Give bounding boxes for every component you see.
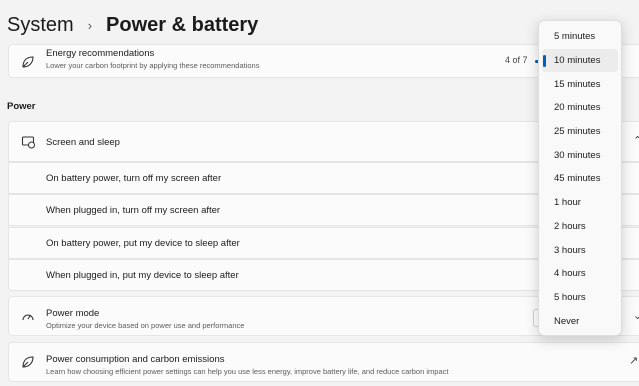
dropdown-option[interactable]: 30 minutes [542, 143, 618, 167]
breadcrumb: System › Power & battery [7, 14, 258, 37]
dropdown-option[interactable]: 2 hours [542, 215, 618, 239]
section-power-label: Power [7, 101, 36, 112]
page-title: Power & battery [106, 14, 259, 36]
consumption-title: Power consumption and carbon emissions [46, 354, 225, 365]
dropdown-option[interactable]: 25 minutes [542, 120, 618, 144]
consumption-subtitle: Learn how choosing efficient power setti… [46, 367, 449, 376]
screen-sleep-title: Screen and sleep [46, 137, 120, 148]
timeout-dropdown-list[interactable]: 5 minutes 10 minutes 15 minutes 20 minut… [538, 20, 622, 336]
energy-subtitle: Lower your carbon footprint by applying … [46, 61, 260, 70]
dropdown-option[interactable]: 45 minutes [542, 167, 618, 191]
dropdown-option[interactable]: Never [542, 309, 618, 333]
setting-label: On battery power, put my device to sleep… [46, 237, 240, 249]
leaf-icon [19, 353, 37, 371]
energy-title: Energy recommendations [46, 48, 155, 59]
recommendation-count: 4 of 7 [505, 55, 528, 65]
setting-label: When plugged in, put my device to sleep … [46, 269, 239, 281]
chevron-up-icon[interactable]: ⌃ [633, 134, 639, 147]
power-consumption-card[interactable]: Power consumption and carbon emissions L… [8, 342, 639, 382]
gauge-icon [19, 308, 37, 326]
dropdown-option[interactable]: 4 hours [542, 262, 618, 286]
setting-label: When plugged in, turn off my screen afte… [46, 204, 221, 216]
setting-label: On battery power, turn off my screen aft… [46, 172, 222, 184]
breadcrumb-parent[interactable]: System [7, 14, 74, 37]
dropdown-option[interactable]: 3 hours [542, 238, 618, 262]
dropdown-option[interactable]: 5 hours [542, 286, 618, 310]
external-link-icon[interactable]: ↗ [629, 354, 638, 367]
dropdown-option[interactable]: 15 minutes [542, 72, 618, 96]
dropdown-option[interactable]: 1 hour [542, 191, 618, 215]
monitor-sleep-icon [19, 133, 37, 151]
dropdown-option[interactable]: 20 minutes [542, 96, 618, 120]
breadcrumb-separator-icon: › [87, 18, 93, 33]
power-mode-subtitle: Optimize your device based on power use … [46, 321, 245, 330]
leaf-icon [19, 53, 37, 71]
power-mode-title: Power mode [46, 308, 100, 319]
dropdown-option[interactable]: 10 minutes [542, 48, 618, 73]
dropdown-option[interactable]: 5 minutes [542, 25, 618, 49]
chevron-down-icon[interactable]: ⌄ [633, 309, 639, 322]
